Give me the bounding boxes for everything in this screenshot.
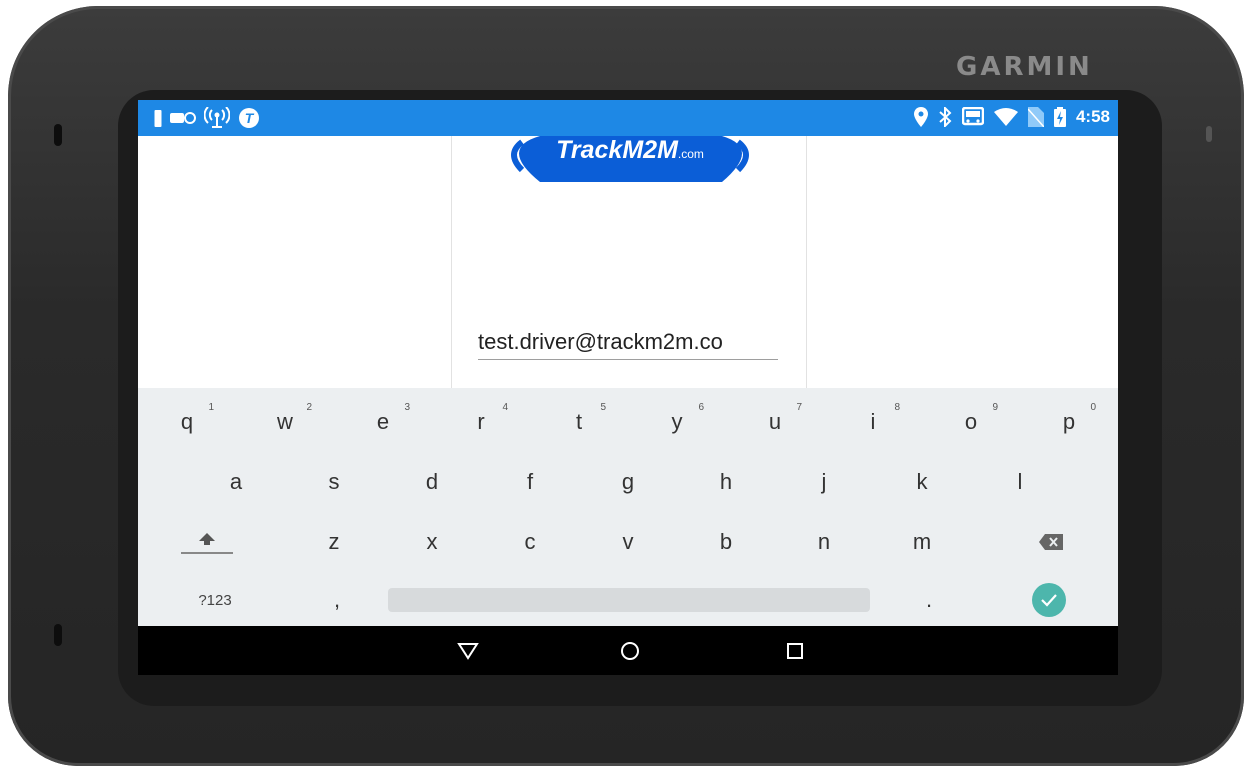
- shift-key[interactable]: [158, 512, 256, 572]
- key-i[interactable]: i8: [824, 392, 922, 452]
- key-z[interactable]: z: [285, 512, 383, 572]
- wifi-icon: [993, 106, 1018, 128]
- battery-icon: [154, 107, 162, 129]
- key-a[interactable]: a: [187, 452, 285, 512]
- location-icon: [913, 106, 928, 128]
- key-label: q: [180, 409, 194, 434]
- backspace-icon: [1039, 534, 1063, 550]
- keyboard-row-3: z x c v b n m: [138, 512, 1118, 572]
- key-label: y: [671, 409, 683, 434]
- key-label: i: [870, 409, 876, 434]
- key-label: r: [477, 409, 485, 434]
- key-x[interactable]: x: [383, 512, 481, 572]
- key-k[interactable]: k: [873, 452, 971, 512]
- key-b[interactable]: b: [677, 512, 775, 572]
- key-d[interactable]: d: [383, 452, 481, 512]
- enter-key[interactable]: [1000, 570, 1098, 630]
- login-screen: TrackM2M.com: [138, 136, 1118, 416]
- key-label: w: [277, 409, 293, 434]
- key-label: e: [376, 409, 390, 434]
- key-q[interactable]: q1: [138, 392, 236, 452]
- panel-divider-right: [806, 136, 807, 388]
- period-key[interactable]: .: [880, 570, 978, 630]
- key-hint: 0: [1090, 402, 1096, 413]
- key-hint: 9: [992, 402, 998, 413]
- key-u[interactable]: u7: [726, 392, 824, 452]
- key-label: u: [768, 409, 782, 434]
- shift-icon: [181, 533, 233, 554]
- key-hint: 1: [208, 402, 214, 413]
- space-bar[interactable]: [388, 588, 870, 612]
- key-hint: 6: [698, 402, 704, 413]
- key-hint: 2: [306, 402, 312, 413]
- key-p[interactable]: p0: [1020, 392, 1118, 452]
- logo-text: TrackM2M.com: [544, 136, 716, 168]
- status-right-icons: 4:58: [913, 106, 1110, 128]
- key-m[interactable]: m: [873, 512, 971, 572]
- side-sensor-bottom: [54, 624, 62, 646]
- checkmark-icon: [1032, 583, 1066, 617]
- key-hint: 4: [502, 402, 508, 413]
- key-o[interactable]: o9: [922, 392, 1020, 452]
- side-sensor-top: [54, 124, 62, 146]
- key-hint: 7: [796, 402, 802, 413]
- key-label: o: [964, 409, 978, 434]
- bluetooth-icon: [938, 106, 952, 128]
- trackm2m-logo: TrackM2M.com: [500, 136, 760, 182]
- symbols-key[interactable]: ?123: [166, 570, 264, 630]
- key-w[interactable]: w2: [236, 392, 334, 452]
- key-hint: 3: [404, 402, 410, 413]
- key-c[interactable]: c: [481, 512, 579, 572]
- email-field[interactable]: [478, 324, 778, 360]
- key-hint: 8: [894, 402, 900, 413]
- keyboard-row-2: a s d f g h j k l: [138, 452, 1118, 512]
- device-brand: GARMIN: [956, 52, 1093, 82]
- key-j[interactable]: j: [775, 452, 873, 512]
- key-s[interactable]: s: [285, 452, 383, 512]
- key-g[interactable]: g: [579, 452, 677, 512]
- key-h[interactable]: h: [677, 452, 775, 512]
- battery-charging-icon: [1053, 106, 1066, 128]
- logo-suffix-text: .com: [677, 147, 704, 161]
- svg-text:T: T: [245, 110, 255, 126]
- logo-brand-text: TrackM2M: [556, 136, 678, 164]
- key-v[interactable]: v: [579, 512, 677, 572]
- soft-keyboard: q1 w2 e3 r4 t5 y6 u7 i8 o9 p0 a s d f g …: [138, 388, 1118, 626]
- nav-bar: [138, 626, 1118, 675]
- status-bar: T 4:58: [138, 100, 1118, 136]
- panel-divider-left: [451, 136, 452, 388]
- app-t-icon: T: [238, 107, 260, 129]
- key-y[interactable]: y6: [628, 392, 726, 452]
- back-icon[interactable]: [453, 638, 483, 664]
- usb-icon: [170, 107, 196, 129]
- keyboard-row-4: ?123 , .: [138, 570, 1118, 630]
- comma-key[interactable]: ,: [288, 570, 386, 630]
- backspace-key[interactable]: [1002, 512, 1100, 572]
- car-mode-icon: [961, 106, 984, 128]
- no-sim-icon: [1027, 106, 1044, 128]
- key-t[interactable]: t5: [530, 392, 628, 452]
- recents-icon[interactable]: [780, 638, 810, 664]
- key-n[interactable]: n: [775, 512, 873, 572]
- home-icon[interactable]: [615, 638, 645, 664]
- key-label: p: [1062, 409, 1076, 434]
- keyboard-row-1: q1 w2 e3 r4 t5 y6 u7 i8 o9 p0: [138, 392, 1118, 452]
- key-label: t: [575, 409, 583, 434]
- status-time: 4:58: [1075, 107, 1110, 126]
- status-left-icons: T: [154, 107, 260, 129]
- key-r[interactable]: r4: [432, 392, 530, 452]
- hotspot-icon: [204, 107, 230, 129]
- side-sensor-right: [1206, 126, 1212, 142]
- key-f[interactable]: f: [481, 452, 579, 512]
- key-e[interactable]: e3: [334, 392, 432, 452]
- key-l[interactable]: l: [971, 452, 1069, 512]
- device-screen: T 4:58 TrackM2M.com test.driver@trackm2m…: [138, 100, 1118, 675]
- key-hint: 5: [600, 402, 606, 413]
